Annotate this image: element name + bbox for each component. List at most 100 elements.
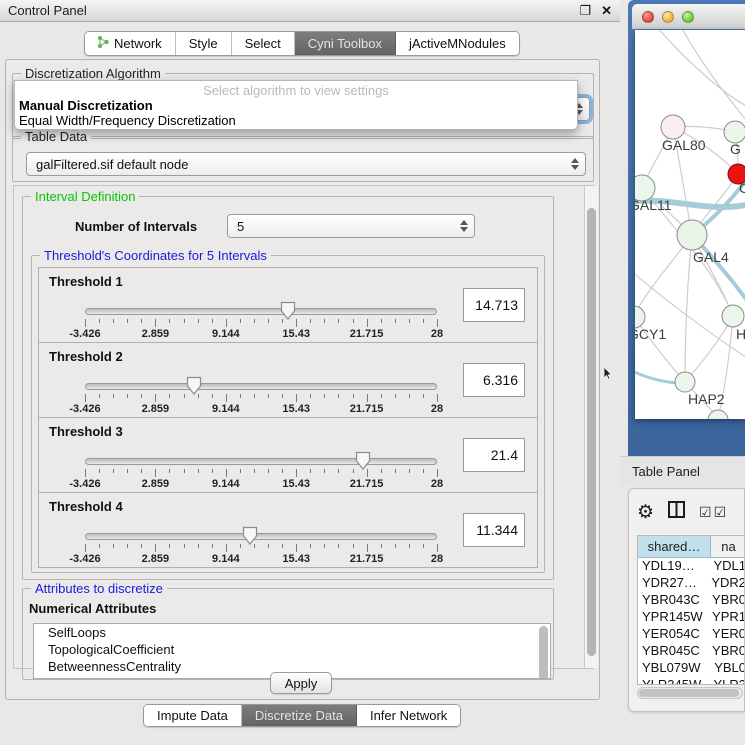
column-layout-icon[interactable] [668,501,685,523]
network-node-gal80[interactable] [661,115,685,139]
threshold-2-value-field[interactable]: 6.316 [463,363,525,397]
attributes-list-scrollbar[interactable] [539,626,548,679]
tick-label: -3.426 [69,478,100,490]
slider-thumb[interactable] [280,301,296,321]
slider-track[interactable] [85,383,437,390]
table-row[interactable]: YBR043CYBR0 [638,592,745,609]
slider-track[interactable] [85,533,437,540]
network-canvas[interactable]: GAL80GCGAL11GAL4GCY1HHAP2 [635,30,745,419]
network-node[interactable] [708,410,728,419]
cell-name[interactable]: YLR3 [707,677,745,685]
tab-cyni-toolbox[interactable]: Cyni Toolbox [295,32,396,55]
attribute-list-item[interactable]: SelfLoops [34,624,550,641]
cell-name[interactable]: YDL1 [707,558,745,575]
table-panel-header[interactable]: Table Panel [620,456,745,486]
scrollbar-thumb[interactable] [587,208,596,656]
slider-track[interactable] [85,308,437,315]
table-row[interactable]: YDL19…YDL1 [638,558,745,575]
combo-arrows-icon [571,153,579,175]
threshold-3-value-field[interactable]: 21.4 [463,438,525,472]
tab-select[interactable]: Select [232,32,295,55]
column-header-shared-name[interactable]: shared… [638,536,711,557]
threshold-1-value-field[interactable]: 14.713 [463,288,525,322]
threshold-1-slider[interactable]: -3.4262.8599.14415.4321.71528 [85,306,437,340]
cell-shared-name[interactable]: YDL19… [638,558,707,575]
control-panel-titlebar[interactable]: Control Panel ❐ ✕ [0,0,620,22]
algorithm-item-manual[interactable]: Manual Discretization [15,98,577,113]
hscroll-thumb[interactable] [639,689,739,697]
cell-shared-name[interactable]: YLR345W [638,677,707,685]
slider-thumb[interactable] [186,376,202,396]
table-horizontal-scrollbar[interactable] [637,687,743,699]
close-traffic-light-icon[interactable] [642,11,654,23]
cell-shared-name[interactable]: YER054C [638,626,706,643]
cell-name[interactable]: YBL0 [708,660,745,677]
network-edge-thick[interactable] [635,370,677,383]
table-row[interactable]: YLR345WYLR3 [638,677,745,685]
network-edge[interactable] [685,235,692,382]
number-of-intervals-spinner[interactable]: 5 [227,214,475,238]
threshold-2-slider[interactable]: -3.4262.8599.14415.4321.71528 [85,381,437,415]
network-node-gal4[interactable] [677,220,707,250]
number-of-intervals-value: 5 [237,219,244,234]
network-node-h[interactable] [722,305,744,327]
table-row[interactable]: YPR145WYPR1 [638,609,745,626]
table-row[interactable]: YBR045CYBR0 [638,643,745,660]
cell-name[interactable]: YPR1 [706,609,745,626]
network-window-titlebar[interactable] [632,4,745,29]
network-edge[interactable] [655,30,745,108]
slider-thumb[interactable] [242,526,258,546]
slider-track[interactable] [85,458,437,465]
cell-shared-name[interactable]: YBL079W [638,660,708,677]
cell-shared-name[interactable]: YBR043C [638,592,706,609]
network-node-gcy1[interactable] [635,306,645,328]
tick-label: 2.859 [142,403,170,415]
numerical-attributes-list[interactable]: SelfLoopsTopologicalCoefficientBetweenne… [33,623,551,679]
threshold-4-panel: Threshold 4 -3.4262.8599.14415.4321.7152… [38,492,538,568]
cell-shared-name[interactable]: YBR045C [638,643,706,660]
tab-network[interactable]: Network [85,32,176,55]
cell-shared-name[interactable]: YPR145W [638,609,706,626]
table-data-combobox[interactable]: galFiltered.sif default node [26,152,586,176]
minimize-traffic-light-icon[interactable] [662,11,674,23]
select-columns-icon[interactable]: ☑☑ [699,505,728,519]
network-view-window[interactable]: GAL80GCGAL11GAL4GCY1HHAP2 [628,0,745,456]
slider-thumb[interactable] [355,451,371,471]
zoom-traffic-light-icon[interactable] [682,11,694,23]
table-row[interactable]: YDR27…YDR2 [638,575,745,592]
tick-label: 9.144 [212,478,240,490]
table-row[interactable]: YBL079WYBL0 [638,660,745,677]
apply-button[interactable]: Apply [270,672,332,694]
tab-jactivemnodules[interactable]: jActiveMNodules [396,32,519,55]
gear-icon[interactable]: ⚙ [637,503,654,522]
column-header-name[interactable]: na [711,536,745,557]
network-edge[interactable] [680,30,745,125]
tab-discretize-data[interactable]: Discretize Data [242,705,357,726]
attribute-list-item[interactable]: TopologicalCoefficient [34,641,550,658]
cell-name[interactable]: YDR2 [705,575,745,592]
close-window-icon[interactable]: ✕ [601,4,612,17]
cell-name[interactable]: YBR0 [706,643,745,660]
table-row[interactable]: YER054CYER0 [638,626,745,643]
algorithm-item-equal-width[interactable]: Equal Width/Frequency Discretization [15,113,577,128]
tab-impute-data[interactable]: Impute Data [144,705,242,726]
threshold-3-slider[interactable]: -3.4262.8599.14415.4321.71528 [85,456,437,490]
algorithm-prompt-item[interactable]: Select algorithm to view settings [15,81,577,98]
network-node-hap2[interactable] [675,372,695,392]
cell-shared-name[interactable]: YDR27… [638,575,705,592]
threshold-4-value-field[interactable]: 11.344 [463,513,525,547]
cell-name[interactable]: YBR0 [706,592,745,609]
node-table[interactable]: shared… na YDL19…YDL1YDR27…YDR2YBR043CYB… [637,535,745,685]
tab-style[interactable]: Style [176,32,232,55]
threshold-2-panel: Threshold 2 -3.4262.8599.14415.4321.7152… [38,342,538,418]
table-panel-window: ⚙ ☑☑ shared… na YDL19…YDL1YDR27…YDR2YBR0… [628,488,745,712]
slider-tick-labels: -3.4262.8599.14415.4321.71528 [85,553,437,565]
cell-name[interactable]: YER0 [706,626,745,643]
network-node-g[interactable] [724,121,745,143]
network-edge[interactable] [685,316,733,382]
settings-vertical-scrollbar[interactable] [584,186,598,668]
threshold-4-slider[interactable]: -3.4262.8599.14415.4321.71528 [85,531,437,565]
float-window-icon[interactable]: ❐ [579,4,591,17]
table-toolbar: ⚙ ☑☑ [637,495,728,529]
tab-infer-network[interactable]: Infer Network [357,705,460,726]
